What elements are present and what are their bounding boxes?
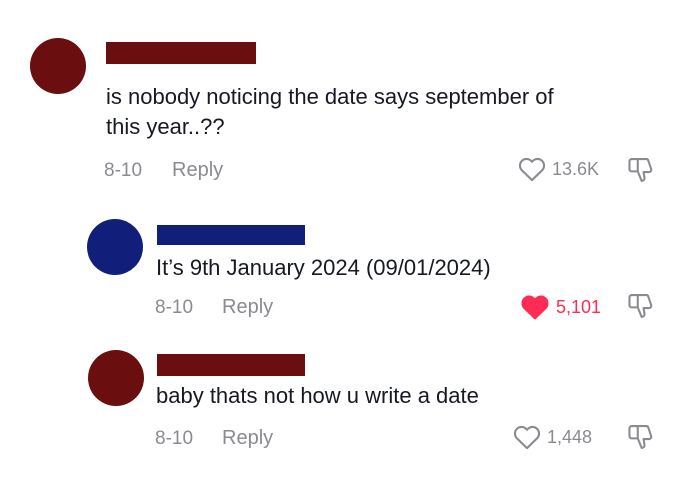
comment-text: baby thats not how u write a date	[156, 381, 479, 411]
like-button[interactable]: 5,101	[520, 293, 601, 321]
comment-date: 8-10	[155, 297, 194, 318]
avatar[interactable]	[87, 219, 143, 275]
like-count: 5,101	[556, 296, 602, 317]
thumbs-down-icon[interactable]	[626, 156, 656, 184]
heart-outline-icon	[513, 424, 541, 450]
reply-button[interactable]: Reply	[222, 296, 273, 319]
like-button[interactable]: 13.6K	[518, 156, 599, 182]
avatar[interactable]	[30, 38, 86, 94]
reply-button[interactable]: Reply	[222, 427, 273, 450]
comment-text-line: this year..??	[106, 114, 225, 139]
avatar[interactable]	[88, 350, 144, 406]
username-redacted[interactable]	[157, 225, 305, 245]
username-redacted[interactable]	[157, 354, 305, 376]
comment-text-line: is nobody noticing the date says septemb…	[106, 84, 554, 109]
comment-text-line: It’s 9th January 2024 (09/01/2024)	[156, 255, 491, 280]
thumbs-down-icon[interactable]	[626, 423, 656, 451]
comment-text: It’s 9th January 2024 (09/01/2024)	[156, 253, 491, 283]
comment-text-line: baby thats not how u write a date	[156, 383, 479, 408]
reply-button[interactable]: Reply	[172, 159, 223, 182]
heart-outline-icon	[518, 156, 546, 182]
username-redacted[interactable]	[106, 42, 256, 64]
like-button[interactable]: 1,448	[513, 424, 592, 450]
heart-filled-icon	[520, 293, 550, 321]
comment-date: 8-10	[104, 160, 143, 181]
comment-date: 8-10	[155, 428, 194, 449]
like-count: 1,448	[547, 426, 593, 447]
comment-text: is nobody noticing the date says septemb…	[106, 82, 554, 142]
thumbs-down-icon[interactable]	[626, 292, 656, 320]
like-count: 13.6K	[552, 158, 600, 179]
